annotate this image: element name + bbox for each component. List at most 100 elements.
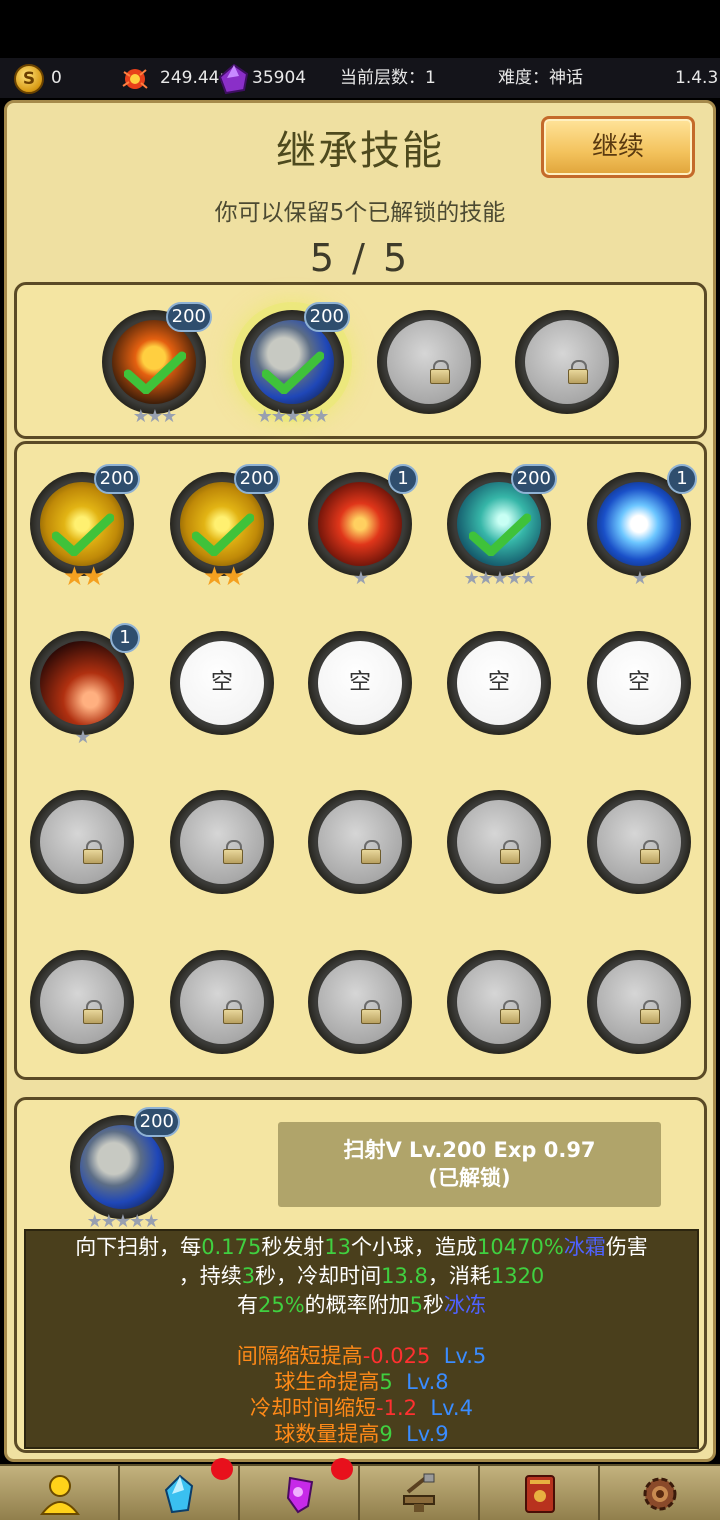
level-badge: 200 xyxy=(93,464,140,494)
empty-label: 空 xyxy=(457,641,541,725)
tab-book[interactable] xyxy=(480,1466,600,1520)
skill-slot[interactable]: 200 ★★ xyxy=(30,464,140,592)
fire-amount: 249.44r xyxy=(160,68,227,88)
potion-icon xyxy=(286,1476,314,1514)
meteor-skill-icon xyxy=(40,641,124,725)
lock-icon xyxy=(223,1000,243,1024)
skill-slot[interactable]: 200 ★★ xyxy=(170,464,280,592)
lock-icon xyxy=(361,840,381,864)
tab-forge[interactable] xyxy=(360,1466,480,1520)
lock-icon xyxy=(361,1000,381,1024)
checkmark-icon xyxy=(262,351,324,394)
upgrade-line: 间隔缩短提高-0.025 Lv.5 xyxy=(236,1344,487,1368)
empty-label: 空 xyxy=(318,641,402,725)
level-badge: 200 xyxy=(165,302,212,332)
lock-icon xyxy=(430,360,450,384)
current-floor: 当前层数：1 xyxy=(340,68,436,88)
level-badge: 200 xyxy=(233,464,280,494)
skill-name-box: 扫射V Lv.200 Exp 0.97 (已解锁) xyxy=(278,1122,661,1207)
locked-slot xyxy=(377,310,481,414)
gold-amount: 0 xyxy=(51,68,62,88)
star-rating: ★★★★★ xyxy=(256,406,330,427)
gold-coin-icon: S xyxy=(14,64,44,94)
locked-slot xyxy=(308,950,412,1054)
forge-icon xyxy=(403,1473,435,1512)
empty-label: 空 xyxy=(180,641,264,725)
selected-skill-slot[interactable]: 200 ★★★ xyxy=(102,302,212,427)
version: 1.4.3 xyxy=(675,68,719,88)
level-badge: 200 xyxy=(303,302,350,332)
locked-slot xyxy=(30,950,134,1054)
bottom-nav xyxy=(0,1458,720,1520)
skill-name-level: 扫射V Lv.200 Exp 0.97 xyxy=(343,1138,596,1162)
tab-hero[interactable] xyxy=(0,1466,120,1520)
locked-slot xyxy=(587,790,691,894)
star-rating: ★ xyxy=(74,727,91,748)
upgrade-line: 球生命提高5 Lv.8 xyxy=(274,1370,449,1394)
locked-slot xyxy=(30,790,134,894)
checkmark-icon xyxy=(192,513,254,556)
hero-icon xyxy=(39,1475,81,1515)
star-rating: ★★ xyxy=(202,562,246,592)
rock-strafe-skill-icon xyxy=(80,1125,164,1209)
notification-dot xyxy=(211,1458,233,1480)
fireball-icon xyxy=(122,69,148,89)
locked-slot xyxy=(587,950,691,1054)
lock-icon xyxy=(568,360,588,384)
lock-icon xyxy=(640,840,660,864)
level-badge: 1 xyxy=(667,464,697,494)
checkmark-icon xyxy=(52,513,114,556)
locked-slot xyxy=(447,790,551,894)
star-rating: ★★ xyxy=(62,562,106,592)
lock-icon xyxy=(223,840,243,864)
level-badge: 1 xyxy=(110,623,140,653)
crystal-icon xyxy=(164,1474,194,1514)
skill-slot[interactable]: 200 ★★★★★ xyxy=(447,464,557,589)
empty-skill-slot[interactable]: 空 xyxy=(308,631,412,735)
lock-icon xyxy=(83,1000,103,1024)
status-bar: S 0 249.44r 35904 当前层数：1 难度：神话 1.4.3 xyxy=(0,58,720,98)
empty-skill-slot[interactable]: 空 xyxy=(170,631,274,735)
star-rating: ★★★★★ xyxy=(463,568,537,589)
level-badge: 200 xyxy=(510,464,557,494)
purple-gem-icon xyxy=(218,64,249,94)
fire-rune-skill-icon xyxy=(318,482,402,566)
selection-counter: 5 / 5 xyxy=(309,236,411,280)
desc-line-3: 有25%的概率附加5秒冰冻 xyxy=(236,1293,487,1317)
skill-description: 向下扫射，每0.175秒发射13个小球，造成10470%冰霜伤害 ，持续3秒，冷… xyxy=(24,1229,699,1449)
lock-icon xyxy=(500,840,520,864)
locked-slot xyxy=(170,790,274,894)
ice-burst-skill-icon xyxy=(597,482,681,566)
continue-button[interactable]: 继续 xyxy=(541,116,695,178)
locked-slot xyxy=(170,950,274,1054)
selected-skill-slot[interactable]: 200 ★★★★★ xyxy=(240,302,350,427)
locked-slot xyxy=(515,310,619,414)
book-icon xyxy=(525,1475,555,1513)
skill-slot[interactable]: 1 ★ xyxy=(30,623,140,748)
notification-dot xyxy=(331,1458,353,1480)
level-badge: 1 xyxy=(388,464,418,494)
difficulty: 难度：神话 xyxy=(498,68,583,88)
level-badge: 200 xyxy=(133,1107,180,1137)
empty-skill-slot[interactable]: 空 xyxy=(447,631,551,735)
gear-icon xyxy=(643,1477,677,1511)
skill-slot[interactable]: 1 ★ xyxy=(587,464,697,589)
star-rating: ★★★ xyxy=(132,406,177,427)
checkmark-icon xyxy=(469,513,531,556)
upgrade-line: 冷却时间缩短-1.2 Lv.4 xyxy=(250,1396,473,1420)
star-rating: ★ xyxy=(631,568,648,589)
lock-icon xyxy=(640,1000,660,1024)
star-rating: ★ xyxy=(352,568,369,589)
detail-skill-icon-slot: 200 ★★★★★ xyxy=(70,1107,180,1232)
gem-amount: 35904 xyxy=(252,68,307,88)
lock-icon xyxy=(83,840,103,864)
tab-settings[interactable] xyxy=(600,1466,720,1520)
locked-slot xyxy=(308,790,412,894)
skill-status: (已解锁) xyxy=(428,1166,511,1190)
skill-slot[interactable]: 1 ★ xyxy=(308,464,418,589)
empty-label: 空 xyxy=(597,641,681,725)
upgrade-line: 球数量提高9 Lv.9 xyxy=(274,1422,449,1446)
subtitle: 你可以保留5个已解锁的技能 xyxy=(214,200,506,226)
empty-skill-slot[interactable]: 空 xyxy=(587,631,691,735)
desc-line-1: 向下扫射，每0.175秒发射13个小球，造成10470%冰霜伤害 xyxy=(75,1235,648,1259)
